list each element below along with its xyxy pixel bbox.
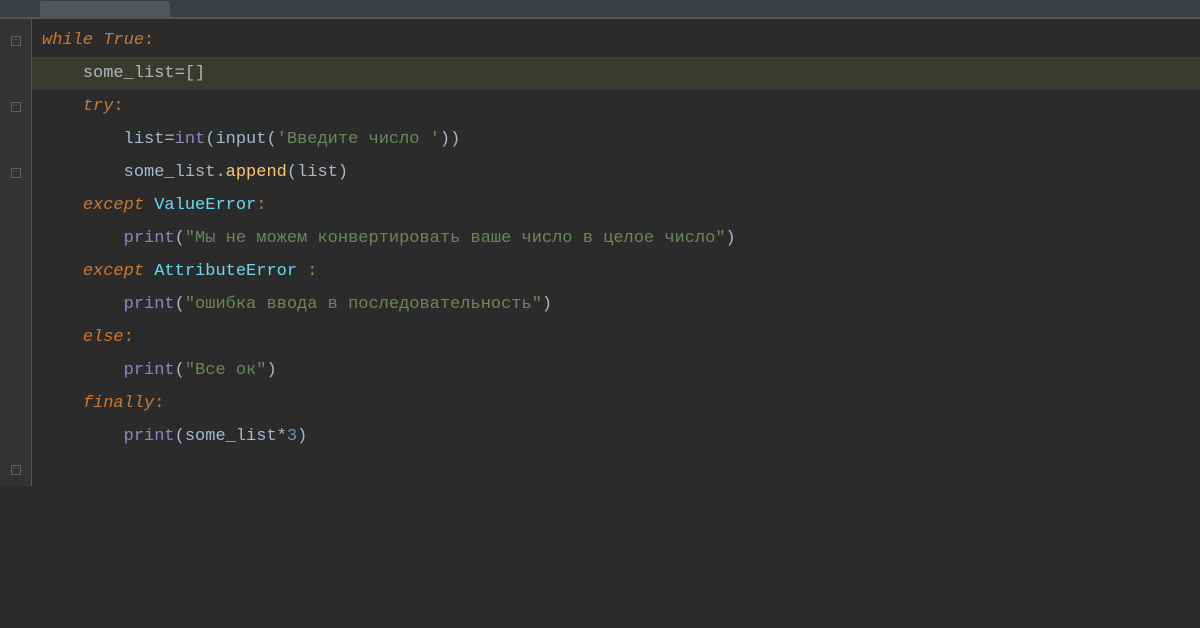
paren: (: [205, 130, 215, 149]
gutter-row: [0, 321, 31, 354]
keyword-try: try: [83, 97, 114, 116]
operator: =: [175, 64, 185, 83]
code-line-highlighted[interactable]: some_list=[]: [32, 57, 1200, 90]
builtin-print: print: [124, 427, 175, 446]
code-line[interactable]: except AttributeError :: [32, 255, 1200, 288]
colon: :: [113, 97, 123, 116]
paren: (: [175, 361, 185, 380]
code-line[interactable]: finally:: [32, 387, 1200, 420]
string: 'Введите число ': [277, 130, 440, 149]
code-line[interactable]: print("Мы не можем конвертировать ваше ч…: [32, 222, 1200, 255]
paren: )): [440, 130, 460, 149]
code-editor[interactable]: − − − − while True: some_list=[] try: li…: [0, 19, 1200, 486]
gutter-row: [0, 288, 31, 321]
paren: (: [175, 295, 185, 314]
fold-icon[interactable]: −: [0, 156, 31, 189]
fold-icon[interactable]: −: [0, 24, 31, 57]
operator-star: *: [277, 427, 287, 446]
paren: (: [287, 163, 297, 182]
gutter-row: [0, 222, 31, 255]
variable: some_list: [185, 427, 277, 446]
code-line[interactable]: some_list.append(list): [32, 156, 1200, 189]
fold-icon[interactable]: −: [0, 453, 31, 486]
variable: list: [297, 163, 338, 182]
builtin-print: print: [124, 229, 175, 248]
operator: =: [164, 130, 174, 149]
string: "Все ок": [185, 361, 267, 380]
code-area[interactable]: while True: some_list=[] try: list=int(i…: [32, 19, 1200, 486]
exception-class: ValueError: [154, 196, 256, 215]
paren: ): [338, 163, 348, 182]
variable: some_list: [124, 163, 216, 182]
code-line[interactable]: print("ошибка ввода в последовательность…: [32, 288, 1200, 321]
method-append: append: [226, 163, 287, 182]
keyword-else: else: [83, 328, 124, 347]
colon: :: [144, 31, 154, 50]
code-line[interactable]: print("Все ок"): [32, 354, 1200, 387]
gutter-row: [0, 189, 31, 222]
paren: (: [266, 130, 276, 149]
code-line[interactable]: try:: [32, 90, 1200, 123]
number: 3: [287, 427, 297, 446]
gutter-row: [0, 354, 31, 387]
gutter-row: [0, 387, 31, 420]
keyword-finally: finally: [83, 394, 154, 413]
builtin-print: print: [124, 361, 175, 380]
builtin-print: print: [124, 295, 175, 314]
code-line[interactable]: while True:: [32, 24, 1200, 57]
paren: ): [266, 361, 276, 380]
keyword-except: except: [83, 262, 144, 281]
paren: (: [175, 427, 185, 446]
variable: list: [124, 130, 165, 149]
paren: ): [542, 295, 552, 314]
gutter-row: [0, 57, 31, 90]
keyword-while: while: [42, 31, 93, 50]
gutter-row: [0, 255, 31, 288]
gutter-row: [0, 123, 31, 156]
builtin-input: input: [215, 130, 266, 149]
file-tab[interactable]: [40, 1, 170, 17]
fold-icon[interactable]: −: [0, 90, 31, 123]
dot: .: [215, 163, 225, 182]
code-line[interactable]: else:: [32, 321, 1200, 354]
exception-class: AttributeError: [154, 262, 297, 281]
colon: :: [154, 394, 164, 413]
code-line[interactable]: print(some_list*3): [32, 420, 1200, 453]
colon: :: [307, 262, 317, 281]
colon: :: [124, 328, 134, 347]
brackets: []: [185, 64, 205, 83]
paren: ): [726, 229, 736, 248]
tab-bar: [0, 0, 1200, 18]
colon: :: [256, 196, 266, 215]
builtin-int: int: [175, 130, 206, 149]
code-line[interactable]: except ValueError:: [32, 189, 1200, 222]
gutter-row: [0, 420, 31, 453]
gutter: − − − −: [0, 19, 32, 486]
keyword-true: True: [103, 31, 144, 50]
string: "ошибка ввода в последовательность": [185, 295, 542, 314]
code-line[interactable]: list=int(input('Введите число ')): [32, 123, 1200, 156]
paren: ): [297, 427, 307, 446]
string: "Мы не можем конвертировать ваше число в…: [185, 229, 726, 248]
variable: some_list: [83, 64, 175, 83]
keyword-except: except: [83, 196, 144, 215]
paren: (: [175, 229, 185, 248]
